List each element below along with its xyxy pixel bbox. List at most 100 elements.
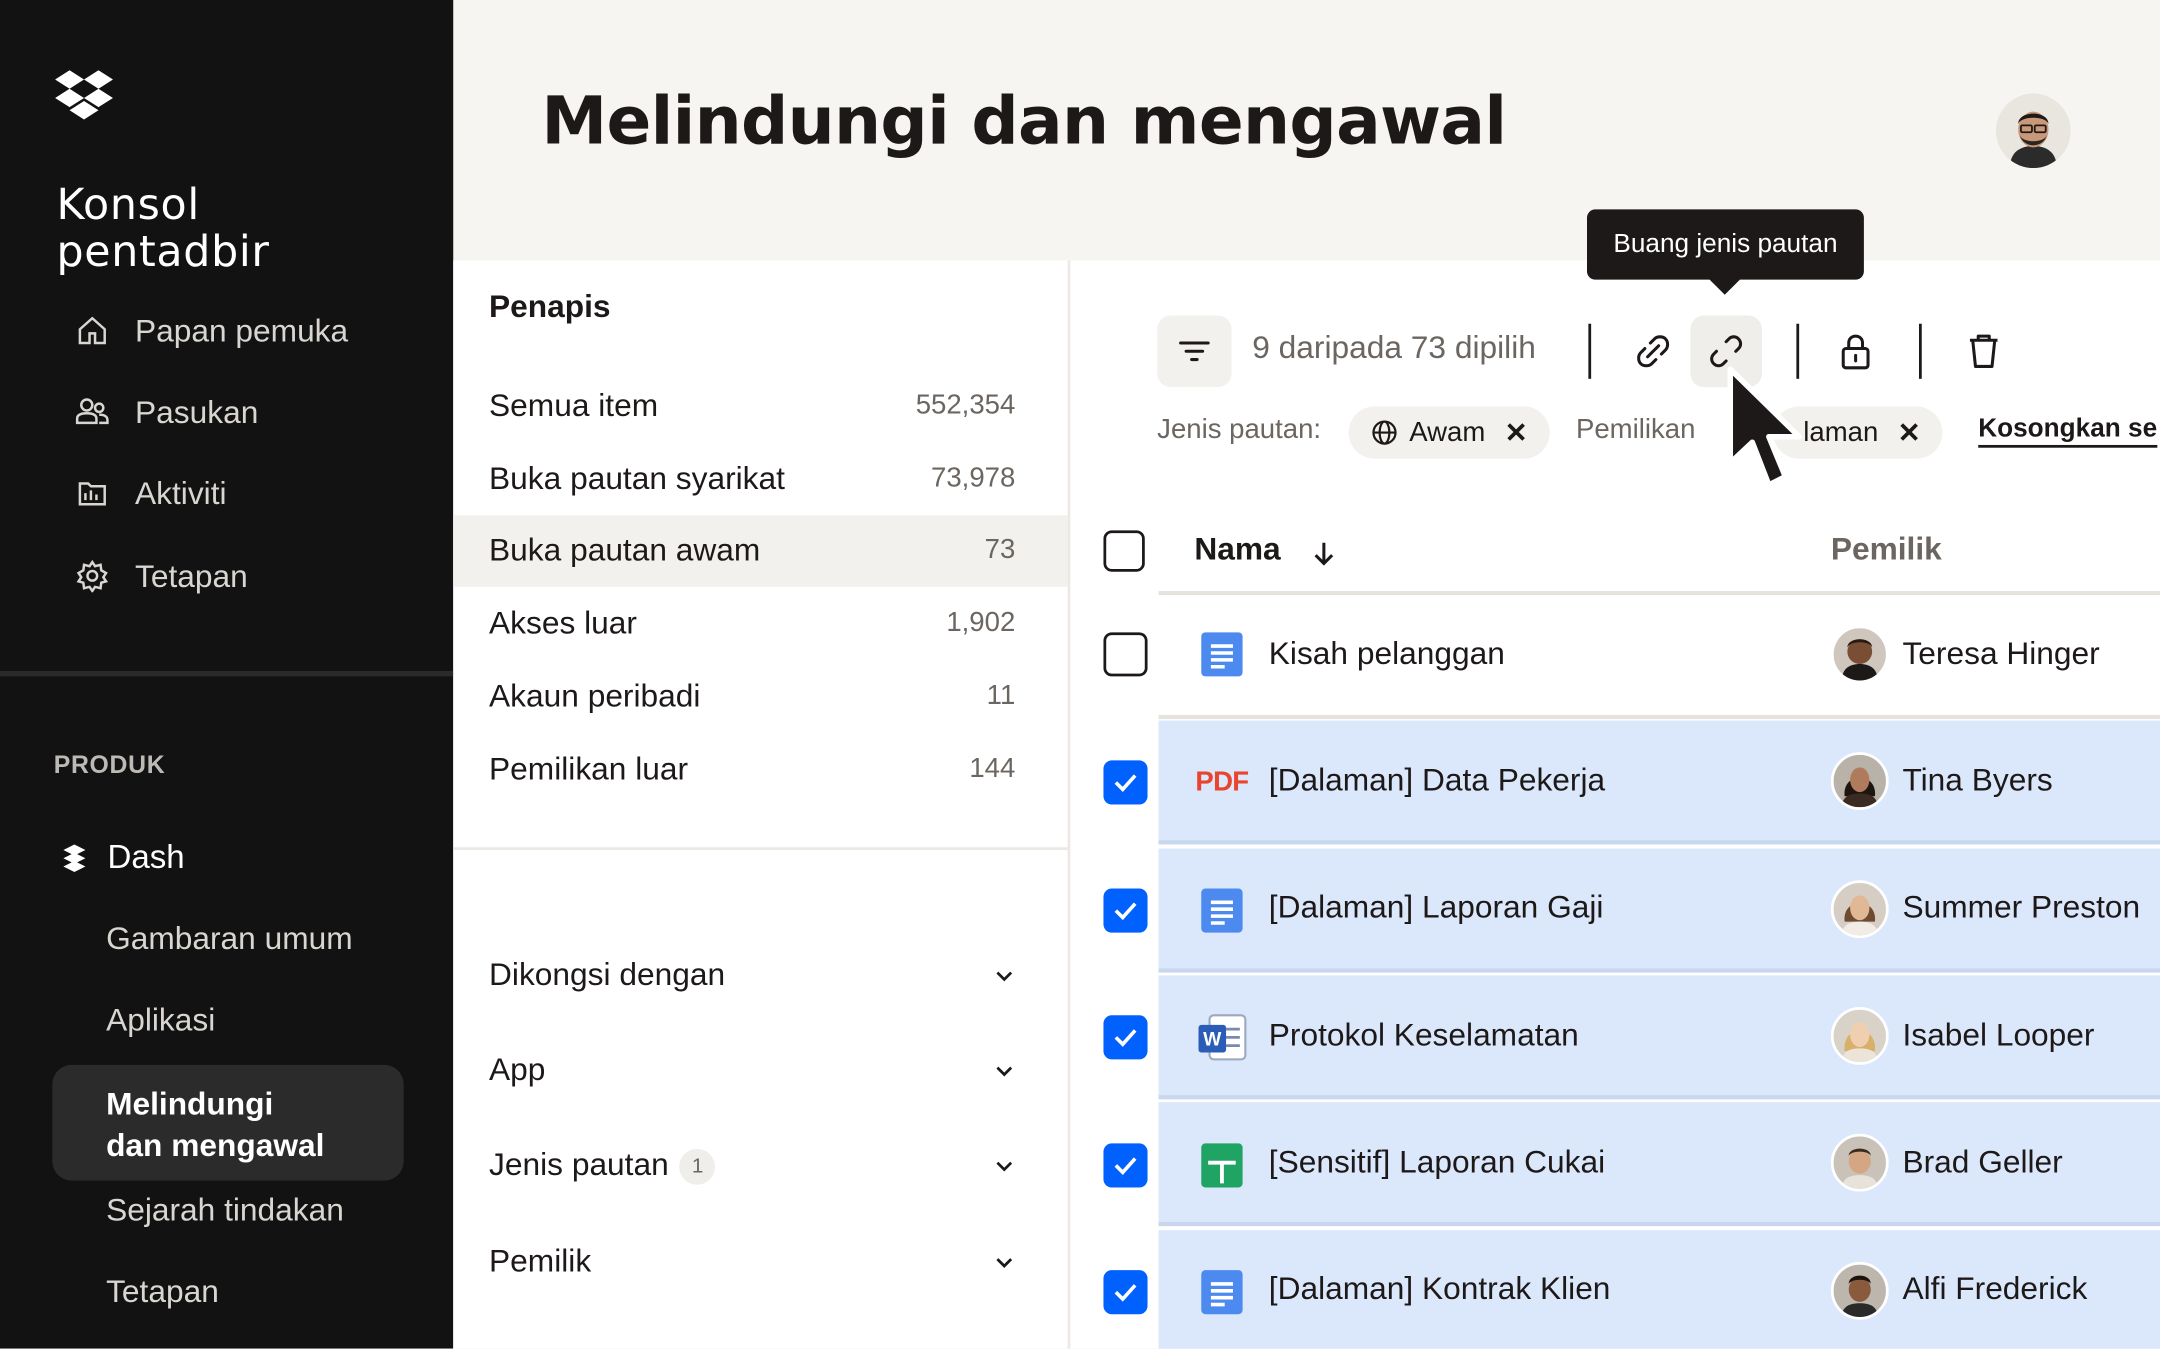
select-all-checkbox[interactable] xyxy=(1103,530,1145,572)
file-name[interactable]: Protokol Keselamatan xyxy=(1269,1017,1579,1054)
owner-name: Teresa Hinger xyxy=(1902,635,2100,671)
column-header-name[interactable]: Nama xyxy=(1194,530,1280,567)
pdf-icon: PDF xyxy=(1194,758,1249,808)
filter-row-company-links[interactable]: Buka pautan syarikat 73,978 xyxy=(453,444,1067,516)
file-name[interactable]: [Dalaman] Data Pekerja xyxy=(1269,762,1605,799)
trash-icon xyxy=(1969,334,1998,368)
sub-item-apps[interactable]: Aplikasi xyxy=(106,1002,215,1039)
owner-name: Isabel Looper xyxy=(1902,1016,2095,1053)
filter-toggle-button[interactable] xyxy=(1157,315,1232,388)
dash-icon xyxy=(63,844,86,873)
sub-item-protect[interactable]: Melindungi dan mengawal xyxy=(106,1083,382,1166)
selection-count: 9 daripada 73 dipilih xyxy=(1252,329,1536,366)
results-panel: 9 daripada 73 dipilih Jenis pautan: Awam… xyxy=(1070,260,2160,1349)
dropbox-logo-icon[interactable] xyxy=(55,70,113,122)
lock-icon xyxy=(1841,334,1870,370)
chip-ownership-label[interactable]: Pemilikan xyxy=(1576,415,1695,447)
sub-item-action-history[interactable]: Sejarah tindakan xyxy=(106,1192,344,1229)
chip-label: Awam xyxy=(1409,416,1486,448)
chevron-down-icon xyxy=(996,1161,1013,1172)
toolbar-divider xyxy=(1588,323,1592,379)
file-name[interactable]: Kisah pelanggan xyxy=(1269,635,1505,672)
owner-avatar xyxy=(1830,1133,1889,1192)
team-icon xyxy=(74,394,110,430)
console-title-line2: pentadbir xyxy=(56,227,270,277)
row-checkbox-checked[interactable] xyxy=(1103,1270,1148,1315)
row-checkbox-checked[interactable] xyxy=(1103,760,1148,805)
filter-panel: Penapis Semua item 552,354 Buka pautan s… xyxy=(453,260,1071,1349)
lock-button[interactable] xyxy=(1820,315,1892,387)
console-title: Konsol pentadbir xyxy=(56,182,269,276)
unlink-icon xyxy=(1710,335,1743,368)
filter-count-badge: 1 xyxy=(679,1148,716,1185)
chip-label: laman xyxy=(1803,416,1879,448)
app-frame: Konsol pentadbir Papan pemuka Pasukan Ak… xyxy=(0,0,2160,1349)
owner-avatar xyxy=(1830,880,1889,939)
filter-row-external-access[interactable]: Akses luar 1,902 xyxy=(453,588,1067,660)
activity-icon xyxy=(74,475,110,511)
filter-row-all-items[interactable]: Semua item 552,354 xyxy=(453,371,1067,443)
nav-item-team[interactable]: Pasukan xyxy=(74,384,258,439)
sub-item-overview[interactable]: Gambaran umum xyxy=(106,920,353,957)
product-label: Dash xyxy=(107,838,185,877)
gear-icon xyxy=(74,558,110,594)
product-dash[interactable]: Dash xyxy=(58,833,185,883)
filter-row-personal-accounts[interactable]: Akaun peribadi 11 xyxy=(453,661,1067,733)
close-icon[interactable]: ✕ xyxy=(1505,415,1528,449)
delete-button[interactable] xyxy=(1948,315,2020,387)
filter-label: Akses luar xyxy=(489,604,637,641)
accordion-label: Jenis pautan 1 xyxy=(489,1146,716,1185)
owner-name: Tina Byers xyxy=(1902,761,2053,798)
filter-divider xyxy=(453,847,1068,850)
filter-count: 73,978 xyxy=(931,462,1016,494)
accordion-owner[interactable]: Pemilik xyxy=(489,1237,1018,1292)
owner-avatar xyxy=(1830,1261,1889,1320)
filter-count: 73 xyxy=(984,534,1016,565)
nav-label: Pasukan xyxy=(135,393,259,430)
globe-icon xyxy=(1372,420,1397,445)
user-avatar[interactable] xyxy=(1996,93,2071,169)
clear-all-link[interactable]: Kosongkan se xyxy=(1978,415,2158,448)
column-header-owner[interactable]: Pemilik xyxy=(1831,530,1942,567)
filter-row-public-links[interactable]: Buka pautan awam 73 xyxy=(453,515,1068,587)
file-name[interactable]: [Sensitif] Laporan Cukai xyxy=(1269,1143,1605,1180)
file-name[interactable]: [Dalaman] Laporan Gaji xyxy=(1269,889,1604,926)
row-checkbox-checked[interactable] xyxy=(1103,888,1148,933)
accordion-label: App xyxy=(489,1051,546,1087)
owner-avatar xyxy=(1830,625,1889,684)
close-icon[interactable]: ✕ xyxy=(1898,415,1921,449)
owner-avatar xyxy=(1830,752,1889,811)
row-checkbox-checked[interactable] xyxy=(1103,1143,1148,1188)
accordion-label: Dikongsi dengan xyxy=(489,956,726,992)
filter-count: 144 xyxy=(969,753,1016,784)
chip-public[interactable]: Awam ✕ xyxy=(1348,406,1550,459)
owner-name: Summer Preston xyxy=(1902,888,2141,925)
sort-down-arrow-icon[interactable] xyxy=(1311,540,1336,568)
row-checkbox-checked[interactable] xyxy=(1103,1015,1148,1060)
nav-item-activity[interactable]: Aktiviti xyxy=(74,466,227,521)
word-doc-icon: W xyxy=(1194,1013,1249,1063)
filter-label: Buka pautan syarikat xyxy=(489,460,785,496)
checkmark-icon xyxy=(1114,1284,1137,1302)
row-checkbox[interactable] xyxy=(1103,632,1148,677)
link-button[interactable] xyxy=(1617,315,1689,387)
accordion-shared-with[interactable]: Dikongsi dengan xyxy=(489,951,1018,1006)
nav-label: Tetapan xyxy=(135,557,248,594)
sub-item-protect-line1: Melindungi xyxy=(106,1085,274,1122)
svg-text:W: W xyxy=(1203,1030,1222,1051)
filter-lines-icon xyxy=(1179,341,1210,362)
pdf-label: PDF xyxy=(1195,766,1249,797)
accordion-app[interactable]: App xyxy=(489,1046,1018,1101)
sidebar: Konsol pentadbir Papan pemuka Pasukan Ak… xyxy=(0,0,454,1349)
google-doc-icon xyxy=(1194,886,1249,936)
nav-item-dashboard[interactable]: Papan pemuka xyxy=(74,303,348,358)
sub-item-settings[interactable]: Tetapan xyxy=(106,1273,219,1310)
console-title-line1: Konsol xyxy=(56,180,200,231)
section-label-products: PRODUK xyxy=(53,750,166,779)
filter-row-external-ownership[interactable]: Pemilikan luar 144 xyxy=(453,734,1067,806)
file-name[interactable]: [Dalaman] Kontrak Klien xyxy=(1269,1270,1611,1307)
accordion-link-type[interactable]: Jenis pautan 1 xyxy=(489,1141,1018,1196)
sub-item-protect-line2: dan mengawal xyxy=(106,1126,325,1163)
filter-label: Semua item xyxy=(489,387,659,423)
nav-item-settings[interactable]: Tetapan xyxy=(74,548,248,603)
